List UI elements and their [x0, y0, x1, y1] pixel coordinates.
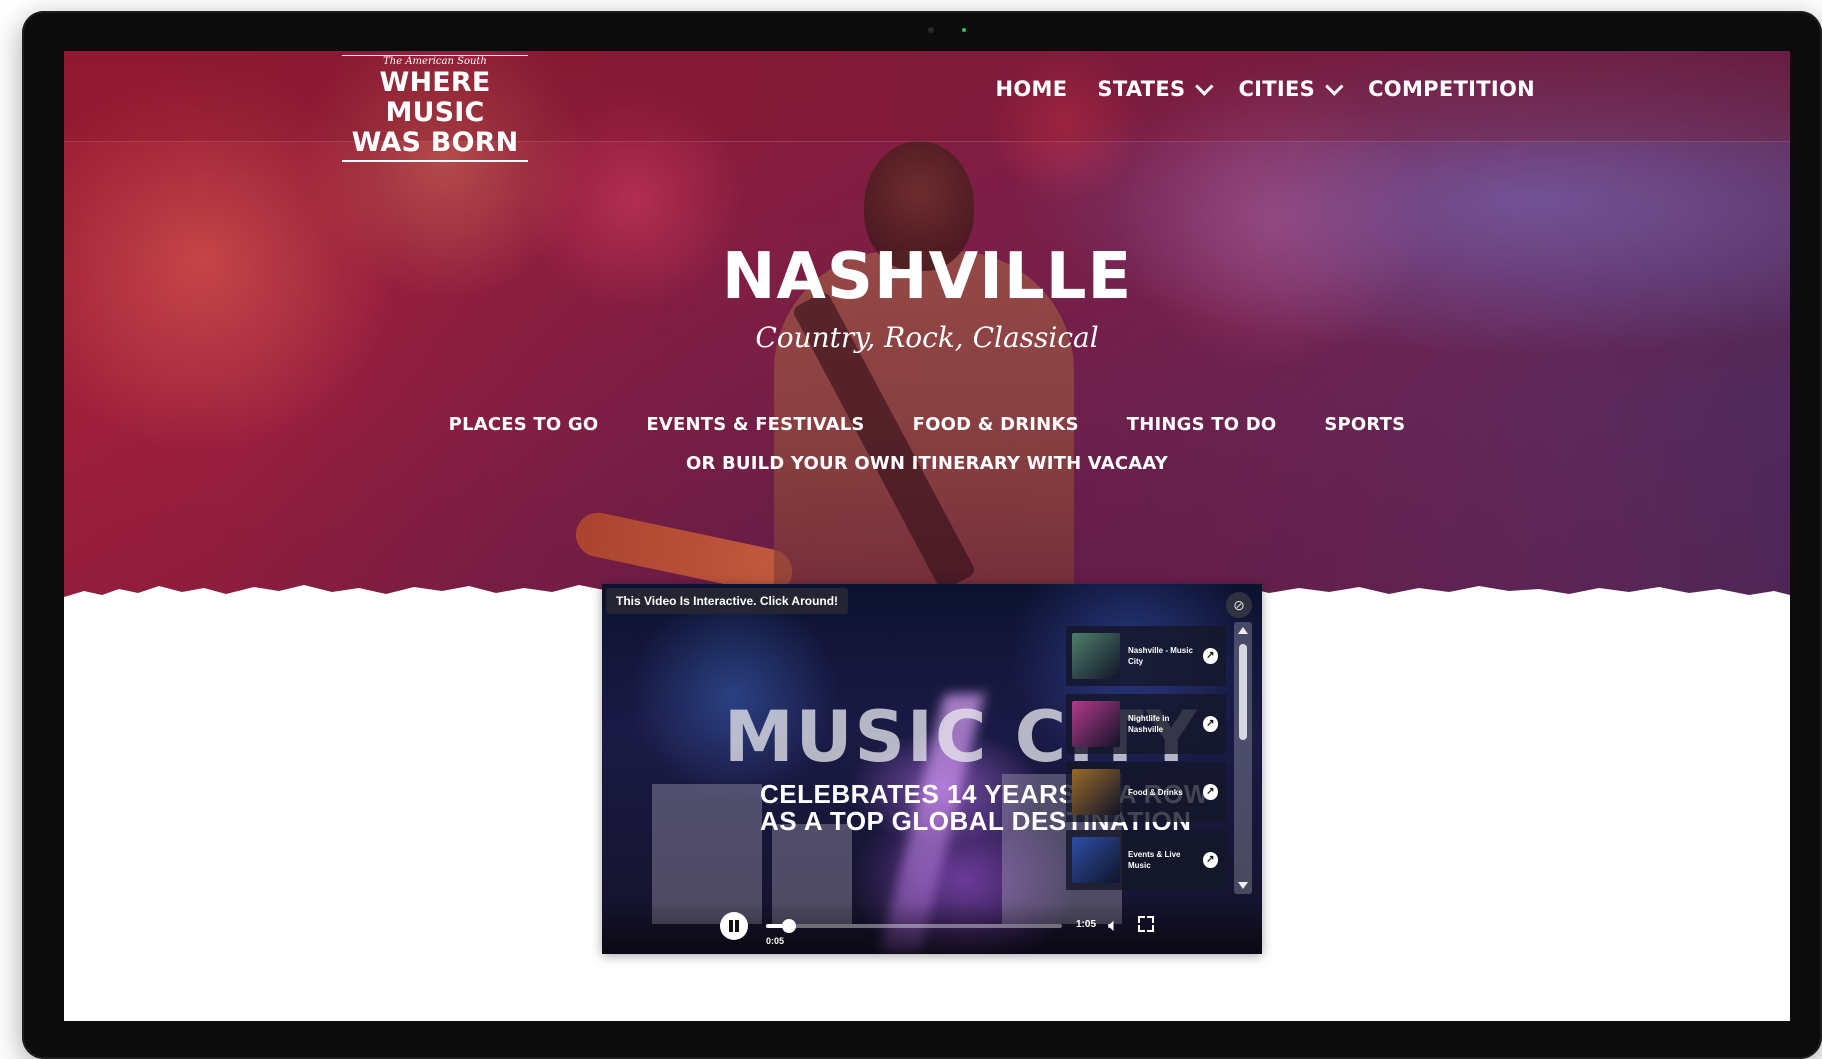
playlist-item-label: Nightlife in Nashville [1128, 714, 1170, 734]
nav-states-label: STATES [1097, 77, 1186, 101]
hero-title-block: NASHVILLE Country, Rock, Classical [64, 241, 1790, 354]
playlist-item[interactable]: Food & Drinks ↗ [1066, 762, 1226, 822]
arrow-up-right-icon: ↗ [1202, 852, 1218, 868]
nav-home[interactable]: HOME [996, 77, 1068, 101]
device-frame: The American South WHERE MUSIC WAS BORN … [22, 11, 1822, 1059]
playlist-item-label: Events & Live Music [1128, 850, 1181, 870]
playlist-scrollbar[interactable] [1234, 622, 1252, 894]
playlist-thumbnail [1072, 837, 1120, 883]
city-subnav: PLACES TO GO EVENTS & FESTIVALS FOOD & D… [64, 414, 1790, 435]
playlist-item[interactable]: Nightlife in Nashville ↗ [1066, 694, 1226, 754]
arrow-up-right-icon: ↗ [1202, 648, 1218, 664]
interactive-video-player[interactable]: This Video Is Interactive. Click Around!… [602, 584, 1262, 954]
video-playlist: Nashville - Music City ↗ Nightlife in Na… [1066, 622, 1256, 902]
site-logo[interactable]: The American South WHERE MUSIC WAS BORN [342, 55, 528, 162]
guitarist-silhouette [571, 141, 1134, 631]
volume-icon[interactable]: 🔈︎ [1108, 916, 1119, 934]
camera-dot [928, 27, 934, 33]
nav-home-label: HOME [995, 77, 1068, 101]
nav-competition[interactable]: COMPETITION [1368, 77, 1535, 101]
playlist-thumbnail [1072, 769, 1120, 815]
video-controls: 0:05 1:05 🔈︎ [602, 902, 1262, 954]
scroll-up-icon[interactable] [1238, 627, 1248, 634]
logo-line-1: WHERE MUSIC [379, 67, 491, 128]
playlist-thumbnail [1072, 633, 1120, 679]
playlist-item[interactable]: Events & Live Music ↗ [1066, 830, 1226, 890]
subnav-places-to-go[interactable]: PLACES TO GO [449, 414, 599, 435]
nav-states[interactable]: STATES [1097, 76, 1214, 101]
chevron-down-icon [1325, 76, 1344, 96]
playlist-thumbnail [1072, 701, 1120, 747]
seek-handle[interactable] [781, 919, 796, 933]
scroll-down-icon[interactable] [1238, 882, 1248, 889]
page-subtitle: Country, Rock, Classical [755, 321, 1099, 354]
scrollbar-thumb[interactable] [1239, 644, 1247, 740]
page-title: NASHVILLE [721, 240, 1133, 314]
itinerary-link[interactable]: OR BUILD YOUR OWN ITINERARY WITH VACAAY [64, 453, 1790, 474]
nav-cities[interactable]: CITIES [1238, 76, 1344, 101]
hero: The American South WHERE MUSIC WAS BORN … [64, 51, 1790, 641]
arrow-up-right-icon: ↗ [1202, 716, 1218, 732]
video-interactive-notice: This Video Is Interactive. Click Around! [606, 588, 849, 614]
subnav-things-to-do[interactable]: THINGS TO DO [1127, 414, 1277, 435]
screen: The American South WHERE MUSIC WAS BORN … [64, 51, 1790, 1021]
subnav-events-festivals[interactable]: EVENTS & FESTIVALS [646, 414, 864, 435]
arrow-up-right-icon: ↗ [1202, 784, 1218, 800]
fullscreen-icon[interactable] [1138, 916, 1154, 932]
subnav-food-drinks[interactable]: FOOD & DRINKS [913, 414, 1079, 435]
main-nav: HOME STATES CITIES COMPETITION [996, 76, 1535, 101]
duration: 1:05 [1076, 919, 1097, 930]
nav-competition-label: COMPETITION [1368, 77, 1535, 101]
camera-led [962, 28, 966, 32]
current-time: 0:05 [766, 936, 785, 946]
playlist-item[interactable]: Nashville - Music City ↗ [1066, 626, 1226, 686]
pause-icon[interactable] [720, 912, 748, 940]
playlist-item-label: Food & Drinks [1128, 787, 1183, 797]
hide-overlay-icon[interactable]: ⊘ [1226, 592, 1252, 618]
logo-line-2: WAS BORN [342, 128, 528, 162]
chevron-down-icon [1195, 76, 1214, 96]
nav-cities-label: CITIES [1238, 77, 1316, 101]
site-header: The American South WHERE MUSIC WAS BORN … [64, 51, 1790, 162]
seek-bar[interactable] [766, 919, 1062, 933]
subnav-sports[interactable]: SPORTS [1324, 414, 1405, 435]
playlist-item-label: Nashville - Music City [1128, 646, 1193, 666]
